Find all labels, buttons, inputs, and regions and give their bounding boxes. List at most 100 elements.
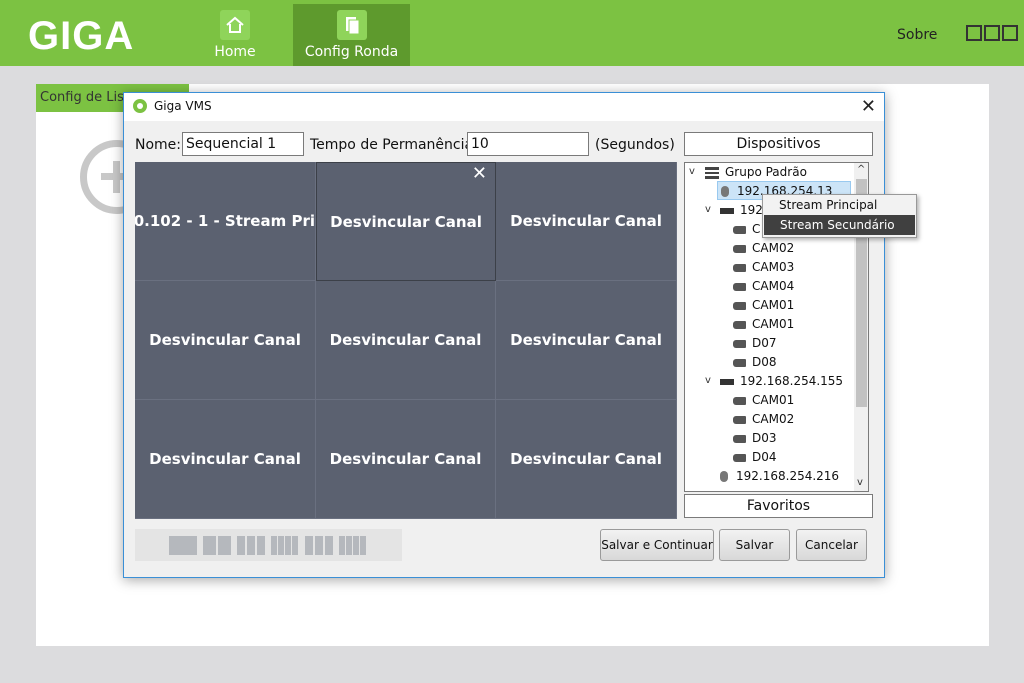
grid-cell[interactable]: 58.0.102 - 1 - Stream Pri <box>135 162 316 281</box>
tree-label: D04 <box>752 450 777 464</box>
save-button[interactable]: Salvar <box>719 529 790 561</box>
nav-home[interactable]: Home <box>205 4 265 66</box>
grid-cell[interactable]: Desvincular Canal <box>316 400 496 519</box>
giga-logo: GIGA <box>28 14 135 58</box>
chevron-down-icon[interactable]: v <box>705 375 711 386</box>
tree-camera[interactable]: D08 <box>733 353 777 372</box>
nav-config-label: Config Ronda <box>304 44 399 60</box>
grid-cell[interactable]: Desvincular Canal <box>135 281 316 400</box>
close-icon[interactable]: ✕ <box>472 163 487 184</box>
grid-cell[interactable]: Desvincular Canal <box>316 281 496 400</box>
dialog-titlebar: Giga VMS ✕ <box>124 93 884 121</box>
grid-cell[interactable]: Desvincular Canal <box>135 400 316 519</box>
grid-cell[interactable]: Desvincular Canal <box>496 281 677 400</box>
tree-label: Grupo Padrão <box>725 165 807 179</box>
save-continue-button[interactable]: Salvar e Continuar <box>600 529 714 561</box>
chevron-up-icon[interactable]: ^ <box>857 164 865 175</box>
tree-group[interactable]: Grupo Padrão <box>705 163 807 182</box>
camera-icon <box>733 396 746 405</box>
chevron-down-icon[interactable]: v <box>705 204 711 215</box>
tree-label: CAM02 <box>752 241 795 255</box>
dvr-icon <box>720 378 734 385</box>
tree-device[interactable]: 192.168.254.155 <box>720 372 843 391</box>
chevron-down-icon[interactable]: v <box>857 477 863 488</box>
cell-label: Desvincular Canal <box>510 450 662 468</box>
tree-camera[interactable]: D04 <box>733 448 777 467</box>
cancel-button[interactable]: Cancelar <box>796 529 867 561</box>
grid-cell[interactable]: Desvincular Canal <box>496 400 677 519</box>
layout-selector <box>135 529 402 561</box>
tree-camera[interactable]: CAM03 <box>733 258 794 277</box>
window-controls <box>966 25 1018 41</box>
tree-label: CAM01 <box>752 298 795 312</box>
time-input[interactable] <box>467 132 589 156</box>
close-icon[interactable] <box>1002 25 1018 41</box>
layout-4x4-icon[interactable] <box>339 536 367 555</box>
tree-camera[interactable]: D07 <box>733 334 777 353</box>
name-input[interactable] <box>182 132 304 156</box>
menu-item-stream-principal[interactable]: Stream Principal <box>763 195 916 215</box>
tree-label: CAM02 <box>752 412 795 426</box>
tree-camera[interactable]: C <box>733 220 760 239</box>
tree-label: C <box>752 222 761 236</box>
favorites-header[interactable]: Favoritos <box>684 494 873 518</box>
grid-cell[interactable]: Desvincular Canal <box>496 162 677 281</box>
dvr-icon <box>720 207 734 214</box>
layout-1plus5-icon[interactable] <box>237 536 265 555</box>
dome-camera-icon <box>721 186 729 197</box>
nav-home-label: Home <box>214 44 256 60</box>
nav-config-ronda[interactable]: Config Ronda <box>293 4 410 66</box>
camera-grid: 58.0.102 - 1 - Stream Pri Desvincular Ca… <box>135 162 677 519</box>
layout-3x3-icon[interactable] <box>305 536 333 555</box>
camera-icon <box>733 301 746 310</box>
chevron-down-icon[interactable]: v <box>689 166 695 177</box>
camera-icon <box>733 244 746 253</box>
tree-camera[interactable]: CAM02 <box>733 410 794 429</box>
camera-icon <box>733 453 746 462</box>
maximize-icon[interactable] <box>984 25 1000 41</box>
minimize-icon[interactable] <box>966 25 982 41</box>
grid-cell[interactable]: Desvincular Canal ✕ <box>316 162 496 281</box>
tree-label: D03 <box>752 431 777 445</box>
cell-label: Desvincular Canal <box>510 212 662 230</box>
tree-label: D07 <box>752 336 777 350</box>
dialog-close-icon[interactable]: ✕ <box>861 96 876 117</box>
tree-label: CAM03 <box>752 260 795 274</box>
tree-camera[interactable]: CAM01 <box>733 391 794 410</box>
tree-camera[interactable]: CAM01 <box>733 315 794 334</box>
tree-label: CAM04 <box>752 279 795 293</box>
top-bar: GIGA Home Config Ronda Sobre <box>0 0 1024 66</box>
cell-label: Desvincular Canal <box>510 331 662 349</box>
cell-label: 58.0.102 - 1 - Stream Pri <box>135 212 315 230</box>
app-icon <box>133 99 147 113</box>
cell-label: Desvincular Canal <box>149 331 301 349</box>
group-icon <box>705 166 719 179</box>
camera-icon <box>733 434 746 443</box>
cell-label: Desvincular Canal <box>330 212 482 231</box>
about-link[interactable]: Sobre <box>897 27 937 43</box>
tree-camera[interactable]: CAM01 <box>733 296 794 315</box>
camera-icon <box>733 320 746 329</box>
tree-camera[interactable]: D03 <box>733 429 777 448</box>
cell-label: Desvincular Canal <box>149 450 301 468</box>
menu-item-stream-secundario[interactable]: Stream Secundário <box>764 215 915 235</box>
tree-device[interactable]: 192.168.254.216 <box>720 467 839 486</box>
tree-label: 192.168.254.216 <box>736 469 840 483</box>
layout-1plus7-icon[interactable] <box>271 536 299 555</box>
cell-label: Desvincular Canal <box>329 450 482 468</box>
dialog-title: Giga VMS <box>154 99 212 113</box>
devices-header[interactable]: Dispositivos <box>684 132 873 156</box>
layout-2x2-icon[interactable] <box>203 536 231 555</box>
pages-icon <box>336 10 367 40</box>
tree-label: CAM01 <box>752 393 795 407</box>
tree-device[interactable]: 192. <box>720 201 767 220</box>
tree-camera[interactable]: CAM02 <box>733 239 794 258</box>
tree-label: 192.168.254.155 <box>740 374 844 388</box>
context-menu: Stream Principal Stream Secundário <box>762 194 917 238</box>
layout-1x1-icon[interactable] <box>169 536 197 555</box>
tree-camera[interactable]: CAM04 <box>733 277 794 296</box>
tree-label: CAM01 <box>752 317 795 331</box>
camera-icon <box>733 263 746 272</box>
dome-camera-icon <box>720 471 728 482</box>
time-unit: (Segundos) <box>595 137 675 153</box>
